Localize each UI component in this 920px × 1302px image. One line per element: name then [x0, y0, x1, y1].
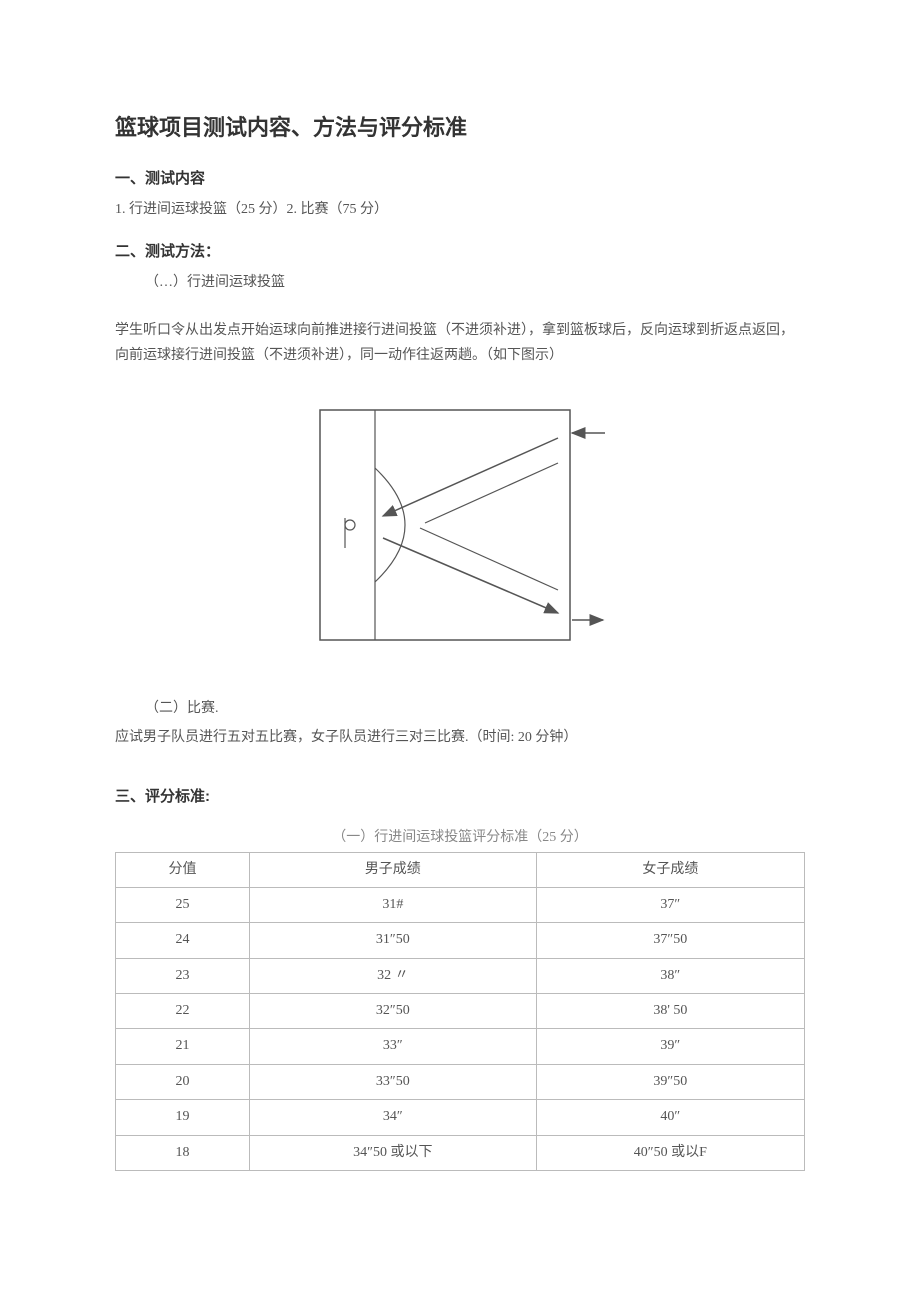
- document-title: 篮球项目测试内容、方法与评分标准: [115, 110, 805, 145]
- table-header-row: 分值 男子成绩 女子成绩: [116, 852, 805, 887]
- table-header: 分值: [116, 852, 250, 887]
- table-cell: 33″: [249, 1029, 536, 1064]
- table-cell: 39″: [536, 1029, 804, 1064]
- section2-heading: 二、测试方法：: [115, 240, 805, 264]
- table-cell: 23: [116, 958, 250, 993]
- table-cell: 19: [116, 1100, 250, 1135]
- section2-match-desc: 应试男子队员进行五对五比赛，女子队员进行三对三比赛.（时间: 20 分钟）: [115, 727, 805, 749]
- section1-heading: 一、测试内容: [115, 167, 805, 191]
- table-cell: 18: [116, 1135, 250, 1170]
- section2-sub2: （二）比赛.: [115, 698, 805, 720]
- table-cell: 24: [116, 923, 250, 958]
- table-row: 24 31″50 37″50: [116, 923, 805, 958]
- table-header: 女子成绩: [536, 852, 804, 887]
- table-row: 21 33″ 39″: [116, 1029, 805, 1064]
- court-diagram: [305, 398, 615, 658]
- table-cell: 31″50: [249, 923, 536, 958]
- table-cell: 40″: [536, 1100, 804, 1135]
- table-cell: 34″: [249, 1100, 536, 1135]
- section1-content: 1. 行进间运球投篮（25 分）2. 比赛（75 分）: [115, 199, 805, 221]
- table-cell: 33″50: [249, 1064, 536, 1099]
- table-cell: 34″50 或以下: [249, 1135, 536, 1170]
- table-caption: （一）行进间运球投篮评分标准（25 分）: [115, 827, 805, 849]
- table-row: 18 34″50 或以下 40″50 或以F: [116, 1135, 805, 1170]
- table-cell: 40″50 或以F: [536, 1135, 804, 1170]
- section2-sub1: （…）行进间运球投篮: [115, 272, 805, 294]
- section3-heading: 三、评分标准:: [115, 785, 805, 809]
- table-cell: 32″50: [249, 994, 536, 1029]
- table-cell: 20: [116, 1064, 250, 1099]
- table-cell: 25: [116, 887, 250, 922]
- table-cell: 39″50: [536, 1064, 804, 1099]
- table-cell: 38″: [536, 958, 804, 993]
- score-table: 分值 男子成绩 女子成绩 25 31# 37″ 24 31″50 37″50 2…: [115, 852, 805, 1172]
- table-cell: 37″50: [536, 923, 804, 958]
- table-row: 23 32 〃 38″: [116, 958, 805, 993]
- table-cell: 22: [116, 994, 250, 1029]
- table-header: 男子成绩: [249, 852, 536, 887]
- section2-paragraph: 学生听口令从出发点开始运球向前推进接行进间投篮（不进须补进），拿到篮板球后，反向…: [115, 318, 805, 368]
- table-row: 20 33″50 39″50: [116, 1064, 805, 1099]
- table-cell: 31#: [249, 887, 536, 922]
- table-cell: 38' 50: [536, 994, 804, 1029]
- table-row: 25 31# 37″: [116, 887, 805, 922]
- table-row: 22 32″50 38' 50: [116, 994, 805, 1029]
- table-cell: 21: [116, 1029, 250, 1064]
- table-cell: 32 〃: [249, 958, 536, 993]
- table-row: 19 34″ 40″: [116, 1100, 805, 1135]
- table-cell: 37″: [536, 887, 804, 922]
